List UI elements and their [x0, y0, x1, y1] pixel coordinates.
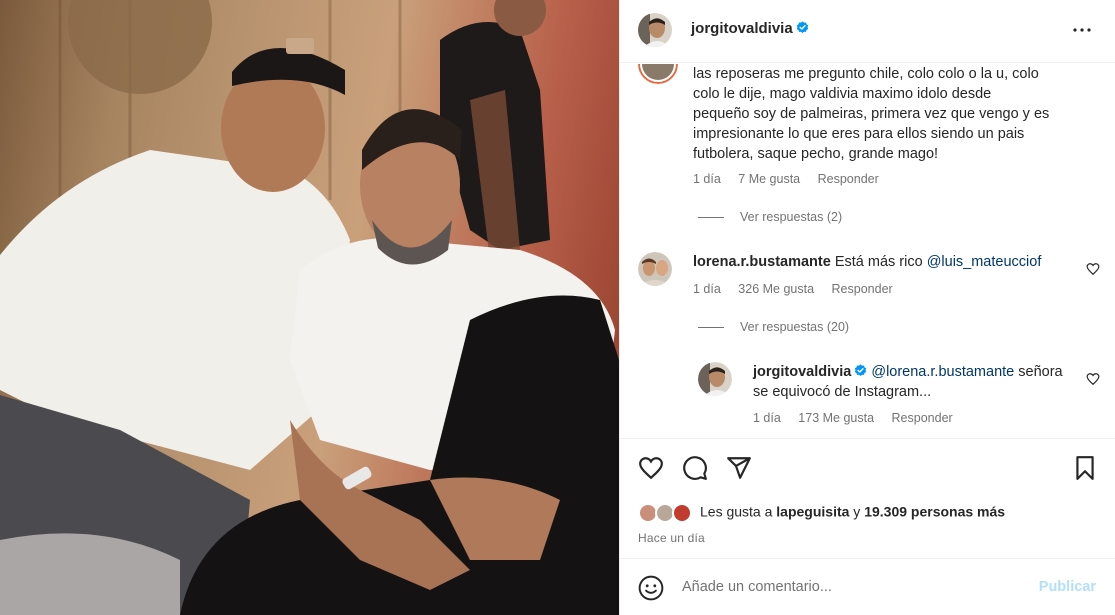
comment-composer: Añade un comentario... Publicar [620, 558, 1115, 615]
post-header: jorgitovaldivia [620, 0, 1115, 63]
reply-body-line1: señora [1014, 364, 1063, 380]
comment-likes[interactable]: 326 Me gusta [738, 282, 814, 296]
comment-input[interactable]: Añade un comentario... [682, 579, 832, 595]
author-avatar[interactable] [638, 13, 672, 47]
like-comment-heart-icon[interactable] [1086, 262, 1100, 276]
view-replies-second[interactable]: Ver respuestas (20) [698, 320, 849, 334]
view-replies-label[interactable]: Ver respuestas (20) [740, 320, 849, 334]
emoji-icon[interactable] [638, 575, 664, 601]
post-timestamp[interactable]: Hace un día [638, 531, 705, 545]
comment-likes[interactable]: 7 Me gusta [738, 172, 800, 186]
reply-text: jorgitovaldivia @lorena.r.bustamante señ… [753, 362, 1063, 402]
comment-text-second: lorena.r.bustamante Está más rico @luis_… [693, 252, 1041, 272]
publish-button[interactable]: Publicar [1039, 579, 1096, 595]
replies-divider [698, 327, 724, 329]
post-photo[interactable] [0, 0, 619, 615]
comment-time[interactable]: 1 día [693, 282, 721, 296]
reply-button[interactable]: Responder [818, 172, 879, 186]
commenter-avatar[interactable] [638, 64, 678, 84]
comment-line: futbolera, saque pecho, grande mago! [693, 146, 939, 162]
comment-meta-second: 1 día 326 Me gusta Responder [693, 282, 907, 296]
reply-username[interactable]: jorgitovaldivia [753, 364, 851, 380]
comment-text-first: las reposeras me pregunto chile, colo co… [693, 64, 1049, 164]
post-actions: Les gusta a lapeguisita y 19.309 persona… [620, 438, 1115, 558]
reply-body-line2: se equivocó de Instagram... [753, 384, 932, 400]
comment-time[interactable]: 1 día [753, 411, 781, 425]
comment-line: impresionante lo que eres para ellos sie… [693, 126, 1025, 142]
comment-bubble-icon[interactable] [682, 455, 708, 481]
likes-summary[interactable]: Les gusta a lapeguisita y 19.309 persona… [638, 503, 1005, 523]
photo-illustration [0, 0, 619, 615]
like-heart-icon[interactable] [638, 455, 664, 481]
liker-avatars [638, 503, 696, 523]
reply-mention-link[interactable]: @lorena.r.bustamante [871, 364, 1014, 380]
more-horizontal-icon[interactable] [1070, 18, 1094, 42]
view-replies-first[interactable]: Ver respuestas (2) [698, 210, 842, 224]
view-replies-label[interactable]: Ver respuestas (2) [740, 210, 842, 224]
reply-meta: 1 día 173 Me gusta Responder [753, 411, 967, 425]
commenter-avatar[interactable] [638, 252, 672, 286]
author-username-text[interactable]: jorgitovaldivia [691, 20, 793, 37]
liker-username[interactable]: lapeguisita [776, 504, 849, 520]
comment-body: Está más rico [834, 254, 927, 270]
author-username[interactable]: jorgitovaldivia [691, 20, 809, 37]
comment-meta-first: 1 día 7 Me gusta Responder [693, 172, 893, 186]
reply-button[interactable]: Responder [892, 411, 953, 425]
comment-likes[interactable]: 173 Me gusta [798, 411, 874, 425]
reply-button[interactable]: Responder [832, 282, 893, 296]
likes-prefix: Les gusta a [700, 503, 777, 520]
likes-conjunction: y [849, 503, 865, 520]
comment-time[interactable]: 1 día [693, 172, 721, 186]
comments-list[interactable]: las reposeras me pregunto chile, colo co… [620, 64, 1115, 438]
save-bookmark-icon[interactable] [1072, 455, 1098, 481]
post-panel: jorgitovaldivia las reposeras me pregunt… [619, 0, 1115, 615]
replies-divider [698, 217, 724, 219]
comment-line: pequeño soy de palmeiras, primera vez qu… [693, 106, 1050, 122]
likes-count[interactable]: 19.309 personas más [864, 504, 1005, 520]
like-reply-heart-icon[interactable] [1086, 372, 1100, 386]
comment-line: las reposeras me pregunto chile, colo co… [693, 66, 1039, 82]
reply-author-avatar[interactable] [698, 362, 732, 396]
comment-mention-link[interactable]: @luis_mateucciof [927, 254, 1042, 270]
verified-badge-icon [796, 21, 808, 34]
comment-line: colo le dije, mago valdivia maximo idolo… [693, 86, 992, 102]
verified-badge-icon [855, 364, 867, 377]
share-send-icon[interactable] [726, 455, 752, 481]
comment-username[interactable]: lorena.r.bustamante [693, 254, 831, 270]
